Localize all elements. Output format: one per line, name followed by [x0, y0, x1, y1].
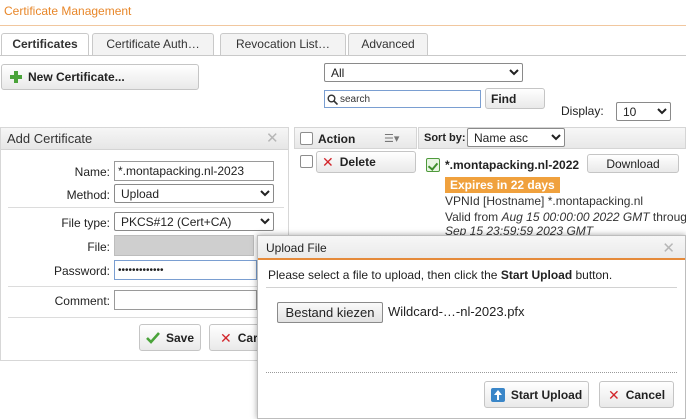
file-field[interactable]: [114, 235, 254, 256]
method-select[interactable]: Upload: [114, 184, 274, 203]
plus-icon: [10, 71, 22, 83]
close-icon[interactable]: ✕: [266, 131, 279, 146]
message-bold: Start Upload: [500, 268, 573, 282]
display-count-select[interactable]: 10: [616, 102, 671, 121]
page-title: Certificate Management: [4, 4, 132, 18]
cancel-label: Car: [237, 330, 258, 345]
start-upload-label: Start Upload: [510, 387, 583, 402]
form-divider-2: [8, 286, 284, 287]
comment-label: Comment:: [54, 294, 110, 308]
search-placeholder: search: [340, 93, 371, 105]
valid-from-prefix: Valid from: [445, 210, 502, 224]
method-label: Method:: [66, 188, 110, 202]
valid-through-text: throug: [649, 210, 686, 224]
tab-revocation-lists[interactable]: Revocation List…: [220, 33, 346, 55]
sort-select[interactable]: Name asc: [467, 128, 565, 147]
save-label: Save: [165, 330, 195, 345]
new-certificate-label: New Certificate...: [28, 70, 125, 84]
message-prefix: Please select a file to upload, then cli…: [268, 268, 501, 282]
valid-from-date: Aug 15 00:00:00 2022 GMT: [501, 210, 650, 224]
dialog-close-icon[interactable]: ✕: [662, 241, 675, 256]
search-input[interactable]: search: [324, 90, 481, 108]
message-suffix: button.: [572, 268, 613, 282]
dialog-cancel-button[interactable]: ✕ Cancel: [599, 381, 674, 408]
filter-select[interactable]: All: [324, 63, 523, 82]
dialog-dotted-divider: [266, 372, 677, 373]
selected-file-name: Wildcard-…-nl-2023.pfx: [388, 304, 525, 319]
certificate-icon: [426, 158, 440, 172]
password-field[interactable]: [114, 260, 257, 280]
vpn-id-text: VPNId [Hostname] *.montapacking.nl: [445, 194, 644, 208]
download-button[interactable]: Download: [587, 154, 679, 173]
password-label: Password:: [53, 264, 110, 278]
sort-label: Sort by:: [424, 132, 466, 144]
delete-x-icon: ✕: [322, 154, 334, 170]
delete-button[interactable]: ✕ Delete: [316, 151, 416, 173]
tab-certificate-authorities[interactable]: Certificate Auth…: [92, 33, 214, 55]
file-label: File:: [87, 240, 110, 254]
dialog-cancel-label: Cancel: [625, 387, 666, 402]
expiry-badge: Expires in 22 days: [445, 177, 560, 193]
start-upload-button[interactable]: Start Upload: [484, 381, 589, 408]
dialog-divider: [266, 287, 677, 288]
form-divider-3: [8, 317, 284, 318]
new-certificate-button[interactable]: New Certificate...: [1, 64, 199, 90]
action-header-label: Action: [318, 132, 356, 146]
column-menu-icon[interactable]: ☰▾: [384, 132, 399, 145]
validity-line: Valid from Aug 15 00:00:00 2022 GMT thro…: [445, 210, 686, 224]
tabs-divider: [0, 55, 686, 56]
dialog-cancel-x-icon: ✕: [607, 386, 620, 403]
dialog-message: Please select a file to upload, then cli…: [268, 268, 612, 282]
upload-icon: [490, 387, 505, 402]
panel-title: Add Certificate: [1, 128, 288, 150]
title-divider: [0, 25, 686, 26]
name-field[interactable]: [114, 161, 274, 181]
filetype-label: File type:: [61, 216, 110, 230]
dialog-title: Upload File: [258, 236, 685, 260]
tab-advanced[interactable]: Advanced: [348, 33, 428, 55]
check-icon: [146, 331, 160, 344]
tab-certificates[interactable]: Certificates: [1, 33, 89, 56]
row-checkbox[interactable]: [300, 155, 313, 168]
search-icon: [327, 94, 338, 105]
cancel-x-icon: ✕: [220, 329, 232, 346]
certificate-name[interactable]: *.montapacking.nl-2022: [445, 158, 579, 172]
choose-file-button[interactable]: Bestand kiezen: [277, 302, 383, 323]
filetype-select[interactable]: PKCS#12 (Cert+CA): [114, 212, 274, 231]
comment-field[interactable]: [114, 290, 257, 310]
form-divider: [8, 207, 284, 208]
find-button[interactable]: Find: [485, 88, 545, 109]
name-label: Name:: [74, 165, 110, 179]
save-button[interactable]: Save: [139, 324, 201, 351]
display-label: Display:: [561, 104, 604, 118]
upload-file-dialog: Upload File ✕ Please select a file to up…: [257, 235, 686, 419]
delete-label: Delete: [339, 155, 376, 169]
cancel-button[interactable]: ✕ Car: [209, 324, 264, 351]
select-all-checkbox[interactable]: [300, 132, 313, 145]
